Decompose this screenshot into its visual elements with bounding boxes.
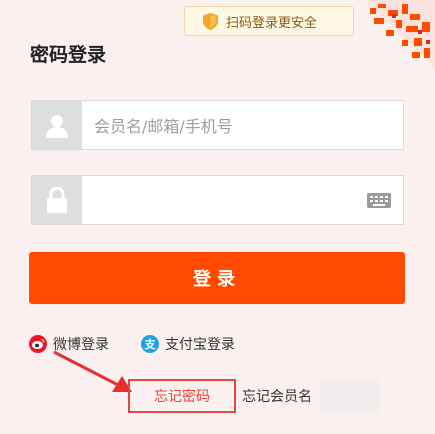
- username-field[interactable]: 会员名/邮箱/手机号: [31, 100, 404, 150]
- qr-login-tip[interactable]: 扫码登录更安全: [184, 6, 354, 36]
- qr-tip-text: 扫码登录更安全: [226, 15, 318, 31]
- weibo-icon: [29, 335, 47, 353]
- user-icon-box: [32, 101, 82, 149]
- page-title: 密码登录: [30, 44, 107, 66]
- username-input[interactable]: 会员名/邮箱/手机号: [82, 101, 403, 149]
- redacted-area: [320, 380, 380, 412]
- lock-icon: [47, 187, 67, 213]
- forgot-username-link[interactable]: 忘记会员名: [242, 386, 312, 406]
- user-icon: [46, 115, 68, 138]
- login-button[interactable]: 登录: [29, 252, 405, 304]
- password-field[interactable]: [31, 175, 404, 225]
- alipay-login-label: 支付宝登录: [165, 337, 235, 353]
- alipay-login-link[interactable]: 支 支付宝登录: [141, 334, 235, 354]
- keyboard-icon[interactable]: [367, 193, 391, 208]
- lock-icon-box: [32, 176, 82, 224]
- annotation-arrow: [53, 350, 132, 392]
- login-panel: 扫码登录更安全 密码登录 会员名/邮箱/手机号 登录 微博登录 支 支付宝登录 …: [0, 0, 435, 434]
- alipay-icon: 支: [141, 335, 159, 353]
- password-input[interactable]: [82, 176, 403, 224]
- forgot-password-link[interactable]: 忘记密码: [154, 386, 210, 406]
- shield-icon: [203, 12, 218, 30]
- qr-code-toggle-icon[interactable]: [366, 0, 435, 68]
- forgot-password-highlight: 忘记密码: [128, 379, 236, 413]
